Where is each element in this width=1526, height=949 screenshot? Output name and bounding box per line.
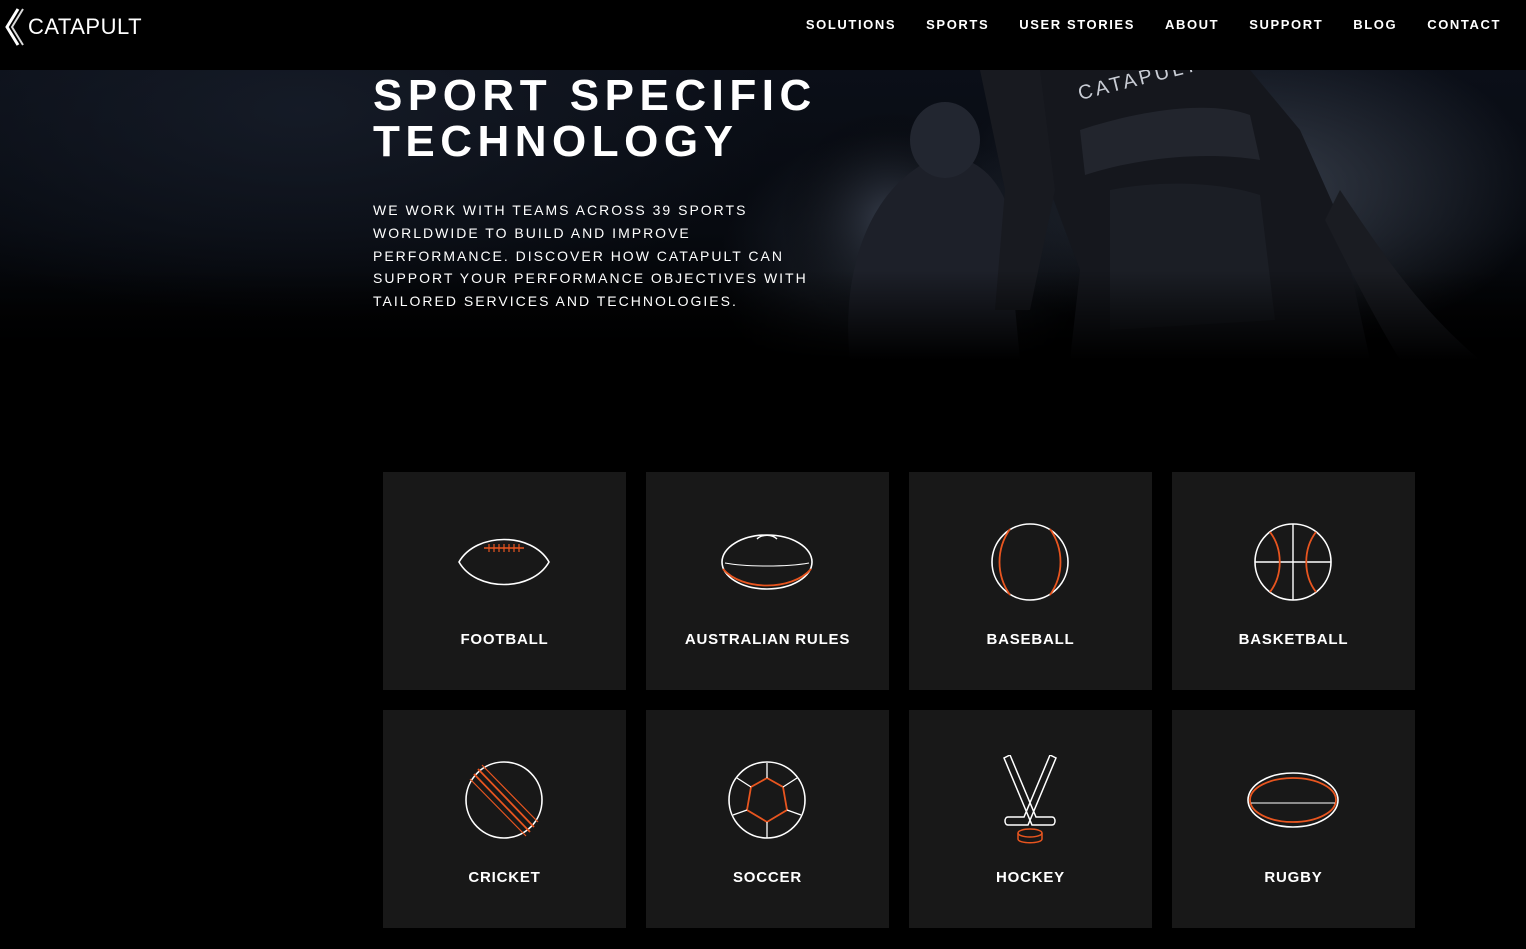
top-navigation-bar: CATAPULT SOLUTIONS SPORTS USER STORIES A… [0,0,1526,70]
hockey-sticks-icon [1003,755,1057,844]
nav-support[interactable]: SUPPORT [1249,17,1323,32]
football-icon [458,538,550,586]
australian-rules-ball-icon [721,534,813,590]
page: CATAPULT SOLUTIONS SPORTS USER STORIES A… [0,0,1526,949]
sport-tile-football[interactable]: FOOTBALL [383,472,626,690]
hero-title-line-2: TECHNOLOGY [373,117,739,166]
hero-title: SPORT SPECIFIC TECHNOLOGY [373,73,817,165]
sport-label-hockey: HOCKEY [996,869,1065,886]
sport-tile-australian-rules[interactable]: AUSTRALIAN RULES [646,472,889,690]
sport-label-football: FOOTBALL [460,631,549,648]
sport-tile-hockey[interactable]: HOCKEY [909,710,1152,928]
main-nav: SOLUTIONS SPORTS USER STORIES ABOUT SUPP… [776,17,1501,32]
catapult-logo-icon [5,8,24,46]
sport-label-australian-rules: AUSTRALIAN RULES [684,631,851,648]
sport-tile-soccer[interactable]: SOCCER [646,710,889,928]
nav-contact[interactable]: CONTACT [1427,17,1501,32]
baseball-icon [991,523,1069,601]
sport-tile-cricket[interactable]: CRICKET [383,710,626,928]
rugby-ball-icon [1247,772,1339,828]
sport-label-rugby: RUGBY [1264,869,1323,886]
catapult-logo[interactable]: CATAPULT [4,8,142,46]
sport-label-soccer: SOCCER [733,869,802,886]
nav-user-stories[interactable]: USER STORIES [1019,17,1135,32]
nav-sports[interactable]: SPORTS [926,17,989,32]
cricket-ball-icon [465,761,543,839]
nav-blog[interactable]: BLOG [1353,17,1397,32]
sport-label-basketball: BASKETBALL [1238,631,1349,648]
sport-label-baseball: BASEBALL [986,631,1075,648]
sport-tile-baseball[interactable]: BASEBALL [909,472,1152,690]
sport-tile-basketball[interactable]: BASKETBALL [1172,472,1415,690]
sport-tile-rugby[interactable]: RUGBY [1172,710,1415,928]
soccer-ball-icon [728,761,806,839]
basketball-icon [1254,523,1332,601]
hero-description: WE WORK WITH TEAMS ACROSS 39 SPORTS WORL… [373,202,808,310]
nav-solutions[interactable]: SOLUTIONS [806,17,896,32]
sport-label-cricket: CRICKET [468,869,541,886]
hero-title-line-1: SPORT SPECIFIC [373,71,817,120]
logo-text: CATAPULT [28,14,143,39]
nav-about[interactable]: ABOUT [1165,17,1219,32]
